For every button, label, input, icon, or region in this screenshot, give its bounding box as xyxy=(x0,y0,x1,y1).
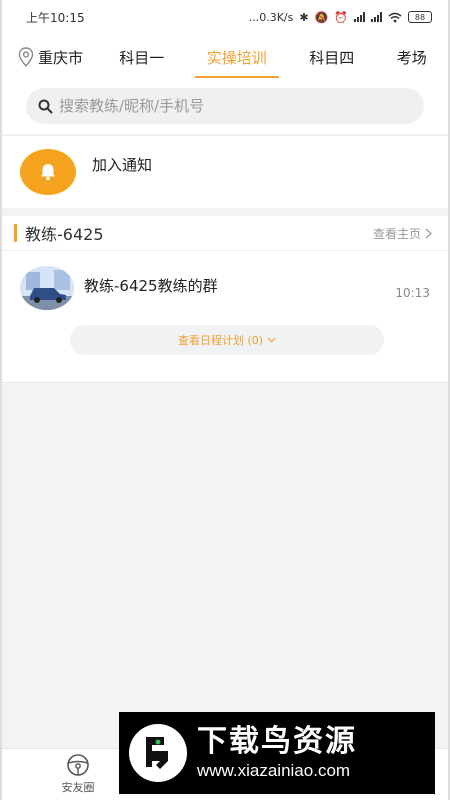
group-avatar xyxy=(20,266,74,310)
wifi-icon xyxy=(388,12,402,22)
watermark-url: www.xiazainiao.com xyxy=(197,761,351,780)
coach-header: 教练-6425 查看主页 xyxy=(2,216,448,251)
tab-exam-venue[interactable]: 考场 xyxy=(385,34,439,80)
tab-label: 考场 xyxy=(396,48,427,67)
signal-icon xyxy=(354,12,365,22)
signal-icon-2 xyxy=(371,12,382,22)
nav-label: 安友圈 xyxy=(61,781,95,794)
top-nav: 重庆市 科目一 实操培训 科目四 考场 xyxy=(2,34,448,80)
group-time: 10:13 xyxy=(395,286,430,300)
bell-glyph xyxy=(41,164,55,181)
watermark-logo xyxy=(129,724,187,782)
network-speed: ...0.3K/s xyxy=(248,10,294,24)
notice-label: 加入通知 xyxy=(92,155,153,174)
watermark-title: 下载鸟资源 xyxy=(197,724,357,759)
tab-label: 科目四 xyxy=(309,48,355,67)
group-name: 教练-6425教练的群 xyxy=(84,276,218,295)
view-homepage-link[interactable]: 查看主页 xyxy=(373,225,432,242)
search-icon xyxy=(38,99,53,113)
city-selector[interactable]: 重庆市 xyxy=(2,47,98,68)
mute-icon: 🔕 xyxy=(314,10,329,24)
battery-icon: 88 xyxy=(408,11,432,23)
nav-item-friends-circle[interactable]: 安友圈 xyxy=(50,753,106,795)
tab-subject-one[interactable]: 科目一 xyxy=(107,34,176,80)
coach-title: 教练-6425 xyxy=(14,221,104,245)
coach-name: 教练-6425 xyxy=(25,225,104,244)
chevron-down-icon xyxy=(267,337,276,343)
watermark-texts: 下载鸟资源 www.xiazainiao.com xyxy=(197,724,357,782)
homepage-link-label: 查看主页 xyxy=(372,226,421,241)
car-image xyxy=(20,266,74,310)
city-label: 重庆市 xyxy=(38,48,84,67)
tab-subject-four[interactable]: 科目四 xyxy=(297,34,366,80)
tab-label: 实操培训 xyxy=(206,48,267,67)
bluetooth-icon: ✱ xyxy=(299,10,309,24)
schedule-button-label: 查看日程计划 (0) xyxy=(177,334,264,347)
coach-card: 教练-6425教练的群 10:13 查看日程计划 (0) xyxy=(2,251,448,383)
tab-practical-training[interactable]: 实操培训 xyxy=(194,34,279,80)
chevron-right-icon xyxy=(425,228,432,238)
tab-label: 科目一 xyxy=(119,48,165,67)
status-bar: 上午10:15 ...0.3K/s ✱ 🔕 ⏰ 88 xyxy=(2,0,448,34)
alarm-icon: ⏰ xyxy=(334,10,348,24)
bird-logo-icon xyxy=(146,737,168,769)
view-schedule-button[interactable]: 查看日程计划 (0) xyxy=(70,325,384,355)
group-chat-row[interactable]: 教练-6425教练的群 10:13 xyxy=(20,265,430,311)
watermark-banner: 下载鸟资源 www.xiazainiao.com xyxy=(119,712,435,794)
search-section xyxy=(2,80,448,134)
status-time: 上午10:15 xyxy=(26,10,85,25)
bell-icon xyxy=(20,149,76,195)
status-indicators: ...0.3K/s ✱ 🔕 ⏰ 88 xyxy=(249,11,432,24)
join-notice-row[interactable]: 加入通知 xyxy=(2,135,448,208)
location-pin-icon xyxy=(18,47,34,67)
steering-wheel-icon xyxy=(67,754,89,776)
app-screen: 上午10:15 ...0.3K/s ✱ 🔕 ⏰ 88 重庆市 科目一 实操培训 … xyxy=(0,0,450,800)
section-marker xyxy=(14,224,17,242)
search-input[interactable] xyxy=(59,97,399,115)
tab-bar: 科目一 实操培训 科目四 考场 xyxy=(98,34,448,80)
search-bar[interactable] xyxy=(26,88,424,124)
